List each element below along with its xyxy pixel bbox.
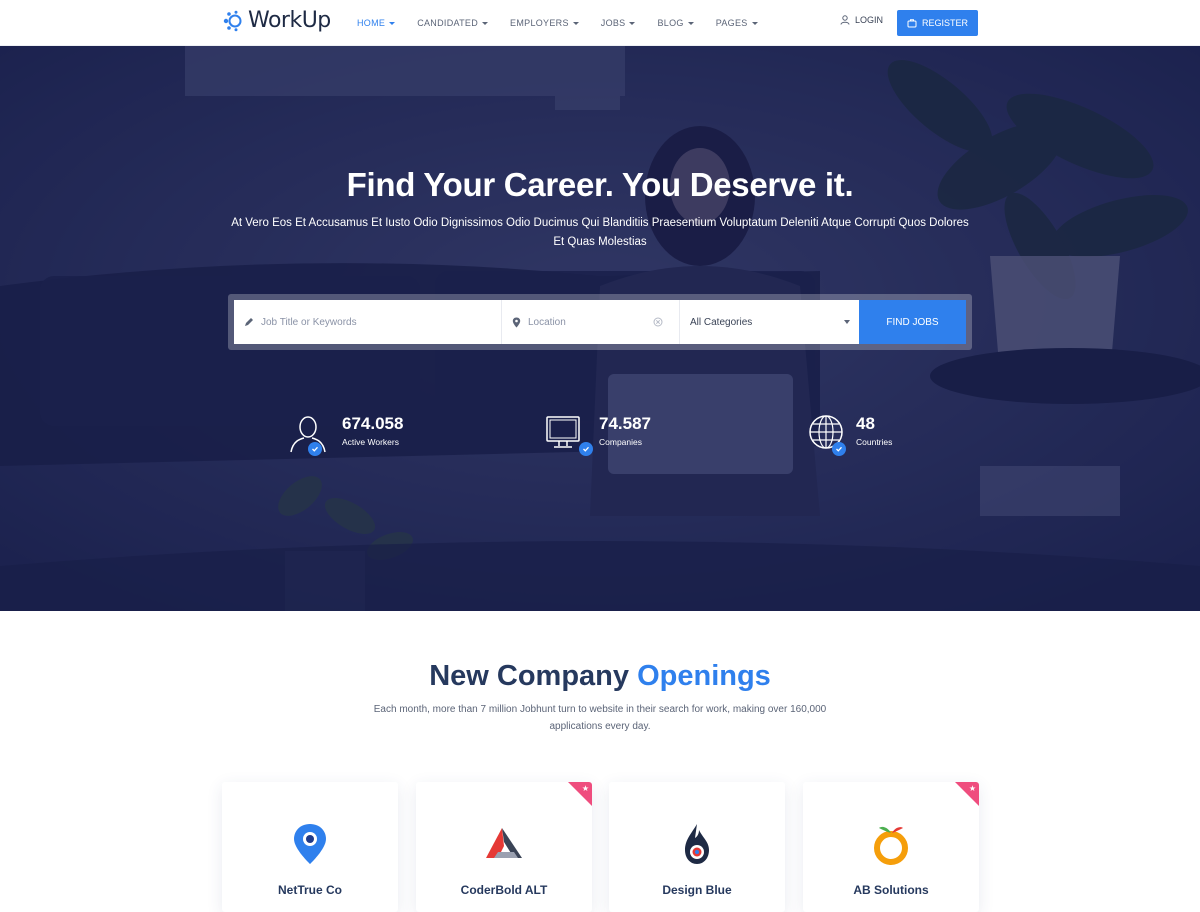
- company-card-featured[interactable]: ★ AB Solutions: [803, 782, 979, 912]
- stat-label: Companies: [599, 437, 642, 447]
- nav-blog[interactable]: BLOG: [657, 18, 694, 28]
- map-pin-logo-icon: [290, 822, 330, 866]
- triangle-logo-icon: [484, 822, 524, 866]
- monitor-icon: [545, 414, 593, 456]
- chevron-down-icon: [629, 21, 636, 25]
- chevron-down-icon: [844, 320, 850, 324]
- location-placeholder: Location: [528, 316, 566, 328]
- openings-title-highlight: Openings: [637, 660, 771, 692]
- location-input[interactable]: Location: [502, 300, 680, 344]
- nav-home[interactable]: HOME: [357, 18, 396, 28]
- login-label: LOGIN: [855, 15, 884, 25]
- keywords-placeholder: Job Title or Keywords: [261, 316, 357, 328]
- category-select[interactable]: All Categories: [680, 300, 859, 344]
- login-link[interactable]: LOGIN: [840, 15, 883, 25]
- stat-label: Countries: [856, 437, 893, 447]
- stat-label: Active Workers: [342, 437, 399, 447]
- company-card[interactable]: NetTrue Co: [222, 782, 398, 912]
- nav-employers-label: EMPLOYERS: [510, 18, 569, 28]
- company-name: AB Solutions: [853, 883, 929, 897]
- category-selected: All Categories: [690, 316, 753, 328]
- nav-home-label: HOME: [357, 18, 386, 28]
- chevron-down-icon: [482, 21, 489, 25]
- nav-candidated-label: CANDIDATED: [417, 18, 479, 28]
- hero-title: Find Your Career. You Deserve it.: [346, 166, 854, 203]
- chevron-down-icon: [687, 21, 694, 25]
- stat-value: 48: [856, 414, 875, 433]
- nav-jobs[interactable]: JOBS: [601, 18, 636, 28]
- register-label: REGISTER: [921, 18, 968, 28]
- keywords-input[interactable]: Job Title or Keywords: [234, 300, 502, 344]
- company-name: CoderBold ALT: [460, 883, 548, 897]
- check-badge-icon: [308, 442, 322, 456]
- logo-icon: [222, 10, 244, 32]
- openings-description: Each month, more than 7 million Jobhunt …: [373, 704, 827, 732]
- star-icon: ★: [581, 784, 589, 793]
- chevron-down-icon: [389, 21, 396, 25]
- nav-jobs-label: JOBS: [600, 18, 626, 28]
- stat-value: 674.058: [342, 414, 404, 433]
- user-icon: [288, 414, 336, 456]
- nav-pages-label: PAGES: [715, 18, 748, 28]
- find-jobs-button[interactable]: FIND JOBS: [859, 300, 966, 344]
- nav-candidated[interactable]: CANDIDATED: [417, 18, 489, 28]
- register-button[interactable]: REGISTER: [897, 10, 978, 36]
- pencil-icon: [245, 318, 253, 326]
- company-name: NetTrue Co: [277, 883, 342, 897]
- hero-subtitle: At Vero Eos Et Accusamus Et Iusto Odio D…: [231, 217, 969, 248]
- map-pin-icon: [512, 317, 521, 327]
- stat-active-workers: 674.058 Active Workers: [288, 414, 403, 456]
- logo-text: WorkUp: [248, 8, 331, 33]
- check-badge-icon: [579, 442, 593, 456]
- openings-title-main: New Company: [429, 660, 630, 692]
- stat-companies: 74.587 Companies: [545, 414, 651, 456]
- flame-logo-icon: [677, 822, 717, 866]
- hero-section: Find Your Career. You Deserve it. At Ver…: [0, 46, 1200, 611]
- company-card[interactable]: Design Blue: [609, 782, 785, 912]
- job-search-form: Job Title or Keywords Location All Categ…: [228, 294, 972, 350]
- logo[interactable]: WorkUp: [222, 8, 331, 33]
- user-icon: [840, 15, 850, 25]
- company-name: Design Blue: [662, 883, 732, 897]
- check-badge-icon: [832, 442, 846, 456]
- main-nav: HOME CANDIDATED EMPLOYERS JOBS BLOG PAGE…: [357, 0, 780, 46]
- openings-title: New Company Openings: [0, 660, 1200, 693]
- nav-blog-label: BLOG: [657, 18, 684, 28]
- orange-logo-icon: [871, 822, 911, 866]
- stat-countries: 48 Countries: [808, 414, 892, 456]
- star-icon: ★: [968, 784, 976, 793]
- target-icon[interactable]: [653, 317, 663, 327]
- top-navbar: WorkUp HOME CANDIDATED EMPLOYERS JOBS BL…: [0, 0, 1200, 46]
- globe-icon: [808, 414, 850, 456]
- stat-value: 74.587: [599, 414, 651, 433]
- nav-employers[interactable]: EMPLOYERS: [510, 18, 579, 28]
- chevron-down-icon: [751, 21, 758, 25]
- company-card-featured[interactable]: ★ CoderBold ALT: [416, 782, 592, 912]
- nav-pages[interactable]: PAGES: [716, 18, 758, 28]
- chevron-down-icon: [572, 21, 579, 25]
- briefcase-icon: [907, 19, 917, 28]
